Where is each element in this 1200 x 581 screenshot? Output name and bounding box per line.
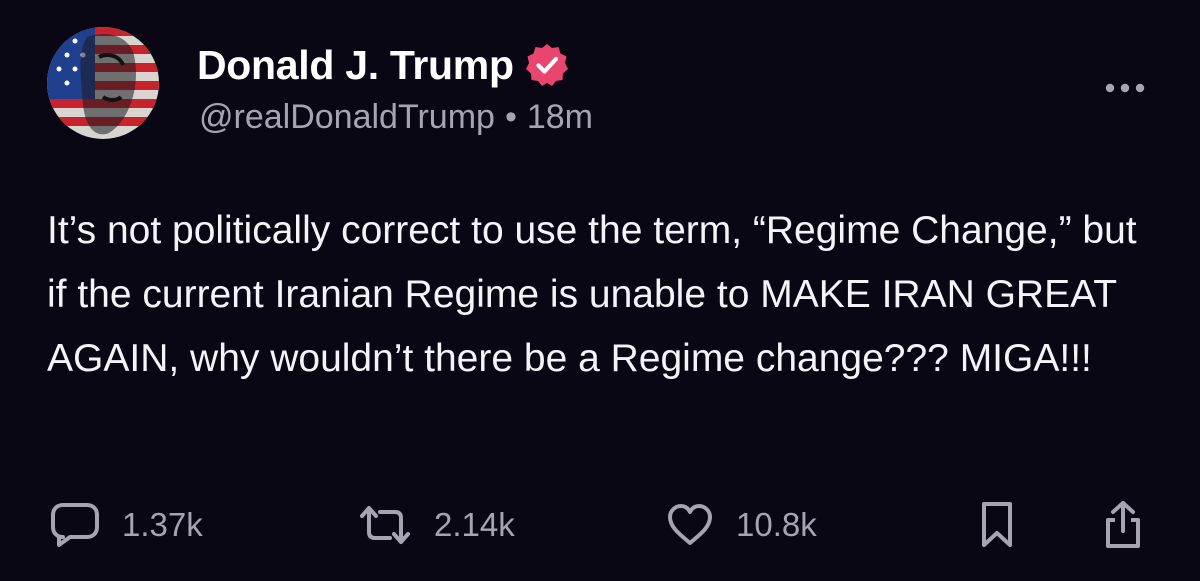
author-meta: @realDonaldTrump • 18m xyxy=(199,98,593,137)
author-name-row: Donald J. Trump xyxy=(197,40,570,90)
bookmark-button[interactable] xyxy=(977,500,1017,550)
repost-icon xyxy=(360,506,410,544)
repost-button[interactable]: 2.14k xyxy=(358,500,515,550)
author-handle[interactable]: @realDonaldTrump xyxy=(199,98,495,136)
like-button[interactable]: 10.8k xyxy=(666,500,817,550)
reply-button[interactable]: 1.37k xyxy=(50,500,203,550)
post-card: Donald J. Trump @realDonaldTrump • 18m It’… xyxy=(0,0,1200,581)
repost-count: 2.14k xyxy=(434,506,515,543)
verified-badge-icon xyxy=(524,42,570,88)
action-bar: 1.37k 2.14k 10.8k xyxy=(0,500,1200,550)
meta-separator: • xyxy=(504,98,517,136)
avatar[interactable] xyxy=(47,27,159,139)
post-timestamp[interactable]: 18m xyxy=(527,98,593,136)
heart-icon xyxy=(668,504,712,545)
more-options-button[interactable] xyxy=(1103,78,1147,98)
like-count: 10.8k xyxy=(736,506,817,543)
avatar-image xyxy=(47,27,159,139)
comment-icon xyxy=(51,503,99,547)
share-button[interactable] xyxy=(1100,500,1146,550)
bookmark-icon xyxy=(982,502,1012,547)
reply-count: 1.37k xyxy=(122,506,203,543)
post-body-text: It’s not politically correct to use the … xyxy=(47,209,1137,380)
author-display-name[interactable]: Donald J. Trump xyxy=(197,42,514,89)
share-icon xyxy=(1106,501,1140,548)
more-icon xyxy=(1105,83,1145,93)
